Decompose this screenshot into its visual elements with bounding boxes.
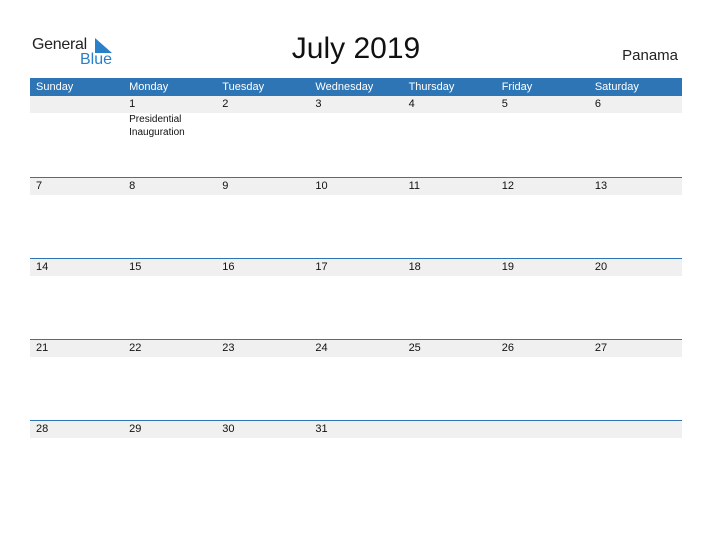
day-number: 11: [408, 180, 420, 192]
weekday-tuesday: Tuesday: [222, 81, 265, 93]
weekday-saturday: Saturday: [594, 81, 639, 93]
day-number: 27: [594, 342, 608, 354]
day-number: 16: [222, 261, 235, 273]
day-number: 5: [501, 98, 508, 110]
day-number: 12: [501, 180, 514, 192]
day-number: 25: [408, 342, 421, 354]
day-number: 6: [594, 98, 601, 110]
holiday-event: [403, 113, 496, 139]
calendar-grid: Sunday Monday Tuesday Wednesday Thursday…: [30, 78, 682, 501]
day-number: 4: [408, 98, 415, 110]
calendar-title: July 2019: [291, 32, 421, 65]
holiday-event: [216, 113, 309, 139]
week-row: 1 2 3 4 5 6 Presidential Inauguration: [30, 96, 682, 177]
day-number-row: 14 15 16 17 18 19 20: [30, 259, 682, 276]
week-row: 21 22 23 24 25 26 27: [30, 339, 682, 420]
weekday-monday: Monday: [129, 81, 169, 93]
day-number: 2: [222, 98, 229, 110]
holiday-event: [309, 113, 402, 139]
day-number: 18: [408, 261, 421, 273]
day-number: [30, 96, 123, 113]
weekday-wednesday: Wednesday: [315, 81, 374, 93]
country-label: Panama: [622, 47, 678, 64]
weekday-sunday: Sunday: [36, 81, 74, 93]
week-row: 14 15 16 17 18 19 20: [30, 258, 682, 339]
day-number: 3: [315, 98, 322, 110]
weekday-friday: Friday: [501, 81, 533, 93]
holiday-event: [30, 113, 123, 139]
day-number: 15: [129, 261, 142, 273]
day-number: 30: [222, 423, 235, 435]
day-number: 8: [129, 180, 136, 192]
day-number: 24: [315, 342, 328, 354]
day-number: [403, 421, 496, 438]
day-number-row: 7 8 9 10 11 12 13: [30, 178, 682, 195]
holiday-event: [589, 113, 682, 139]
day-number: [496, 421, 589, 438]
day-number: 23: [222, 342, 235, 354]
week-row: 28 29 30 31: [30, 420, 682, 501]
day-number: 20: [594, 261, 608, 273]
holiday-event: [496, 113, 589, 139]
day-number: 29: [129, 423, 142, 435]
day-number: 21: [36, 342, 49, 354]
day-number: 26: [501, 342, 514, 354]
day-number-row: 28 29 30 31: [30, 421, 682, 438]
day-number: 31: [315, 423, 328, 435]
holiday-event: Presidential Inauguration: [129, 114, 185, 138]
day-number: [589, 421, 682, 438]
day-number: 17: [315, 261, 328, 273]
day-number: 22: [129, 342, 142, 354]
day-number: 7: [36, 180, 43, 192]
day-number: 14: [36, 261, 49, 273]
weekday-header: Sunday Monday Tuesday Wednesday Thursday…: [30, 78, 682, 96]
day-number: 13: [594, 180, 608, 192]
day-number: 1: [129, 98, 136, 110]
day-number: 28: [36, 423, 49, 435]
event-row: Presidential Inauguration: [30, 113, 682, 139]
week-row: 7 8 9 10 11 12 13: [30, 177, 682, 258]
day-number: 19: [501, 261, 514, 273]
day-number: 10: [315, 180, 328, 192]
day-number-row: 21 22 23 24 25 26 27: [30, 340, 682, 357]
weekday-thursday: Thursday: [408, 81, 455, 93]
day-number: 9: [222, 180, 229, 192]
day-number-row: 1 2 3 4 5 6: [30, 96, 682, 113]
